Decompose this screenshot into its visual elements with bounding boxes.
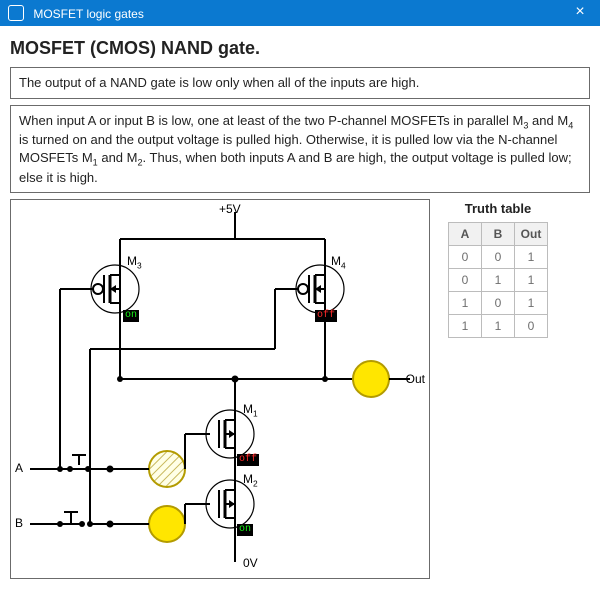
input-b-lamp — [149, 506, 185, 542]
input-a-label: A — [15, 461, 23, 475]
circuit-diagram: +5V 0V A B Out M3 M4 M1 M2 on off off on — [15, 204, 425, 574]
m3-state: on — [123, 310, 139, 322]
output-lamp — [353, 361, 389, 397]
summary-box: The output of a NAND gate is low only wh… — [10, 67, 590, 99]
m3-label: M3 — [127, 254, 142, 270]
tt-col: Out — [515, 223, 548, 246]
switch-b[interactable] — [57, 512, 85, 527]
table-row: 001 — [449, 246, 548, 269]
m1-label: M1 — [243, 402, 258, 418]
m4-state: off — [315, 310, 337, 322]
page-title: MOSFET (CMOS) NAND gate. — [10, 38, 590, 59]
m2-state: on — [237, 524, 253, 536]
input-b-label: B — [15, 516, 23, 530]
truth-table-title: Truth table — [448, 201, 548, 216]
m4-label: M4 — [331, 254, 346, 270]
truth-table-panel: Truth table ABOut 001011101110 — [448, 199, 548, 338]
tt-col: A — [449, 223, 482, 246]
app-icon — [8, 5, 24, 21]
output-label: Out — [406, 372, 425, 386]
table-row: 110 — [449, 315, 548, 338]
circuit-svg — [15, 204, 425, 574]
m2-label: M2 — [243, 472, 258, 488]
m1-state: off — [237, 454, 259, 466]
diagram-frame: +5V 0V A B Out M3 M4 M1 M2 on off off on — [10, 199, 430, 579]
table-row: 101 — [449, 292, 548, 315]
rail-top-label: +5V — [219, 202, 241, 216]
window-titlebar: MOSFET logic gates × — [0, 0, 600, 26]
rail-bottom-label: 0V — [243, 556, 258, 570]
tt-col: B — [482, 223, 515, 246]
explainer-box: When input A or input B is low, one at l… — [10, 105, 590, 194]
truth-table: ABOut 001011101110 — [448, 222, 548, 338]
table-row: 011 — [449, 269, 548, 292]
window-title: MOSFET logic gates — [33, 7, 143, 21]
input-a-lamp — [149, 451, 185, 487]
close-button[interactable]: × — [560, 0, 600, 26]
